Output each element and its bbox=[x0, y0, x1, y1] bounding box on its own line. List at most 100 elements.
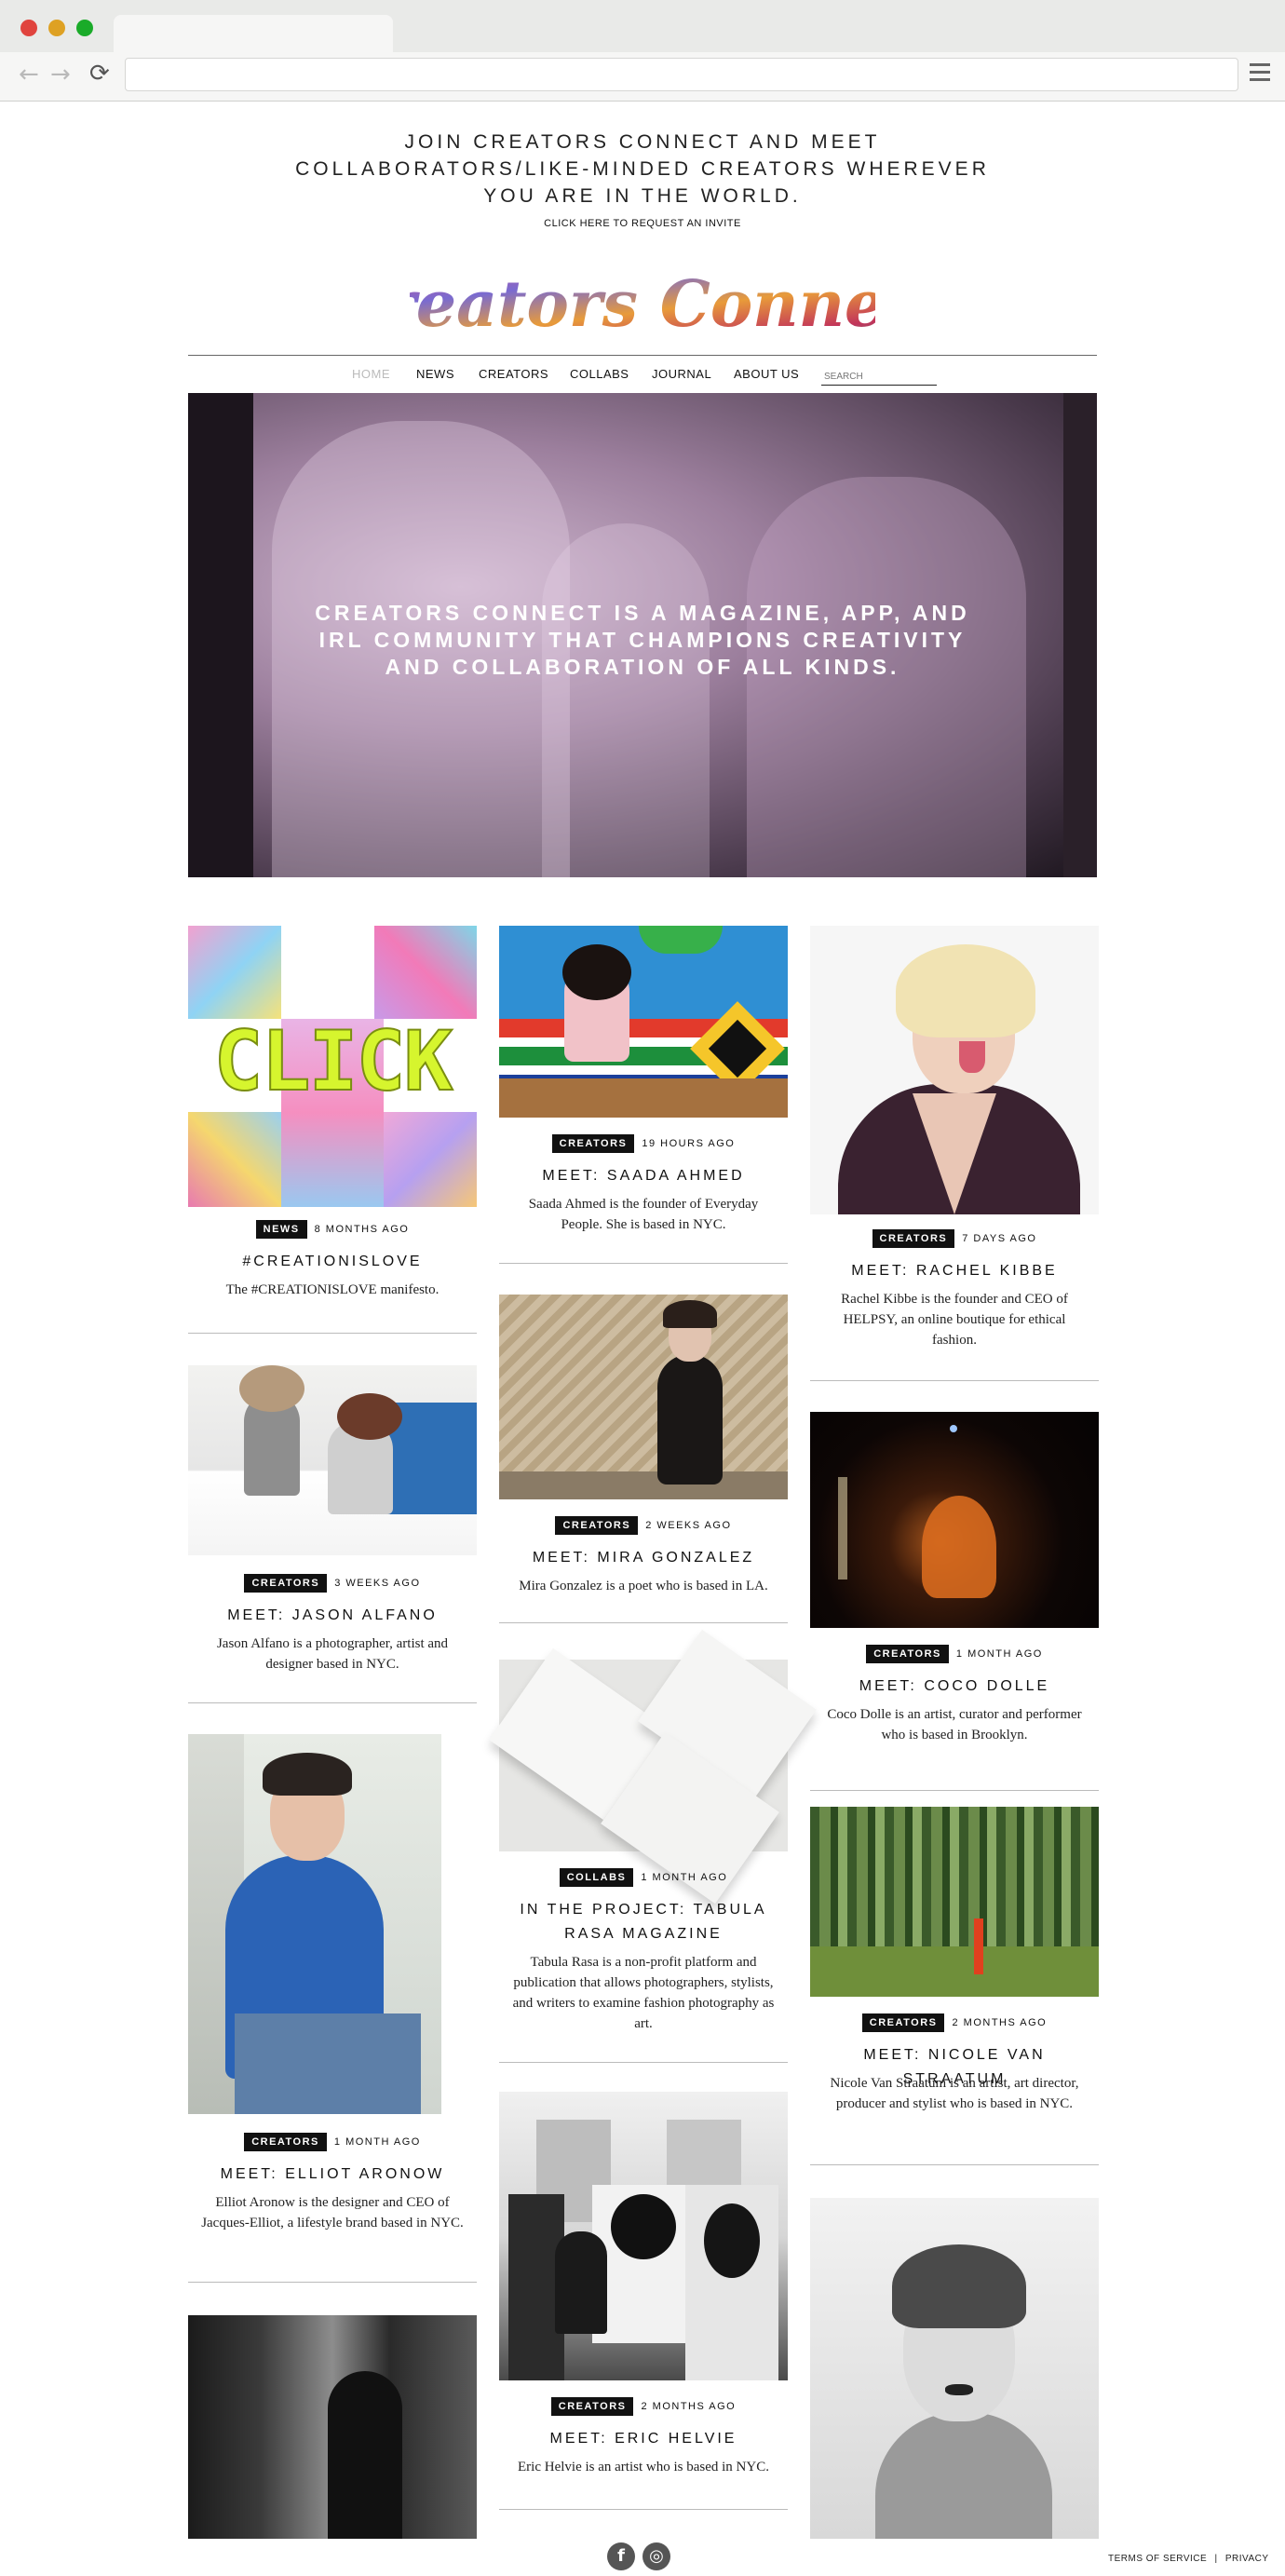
card-divider bbox=[188, 1333, 477, 1334]
card-description: Mira Gonzalez is a poet who is based in … bbox=[519, 1579, 768, 1593]
privacy-link[interactable]: PRIVACY bbox=[1225, 2554, 1269, 2564]
instagram-icon[interactable]: ◎ bbox=[642, 2542, 670, 2570]
card-description: Elliot Aronow is the designer and CEO of… bbox=[201, 2195, 464, 2230]
hero-figure bbox=[542, 523, 710, 877]
browser-menu-icon[interactable] bbox=[1250, 63, 1270, 86]
article-card[interactable] bbox=[188, 2315, 477, 2539]
card-image[interactable] bbox=[810, 2198, 1099, 2539]
creators-connect-logo[interactable]: Creators Connect bbox=[332, 253, 953, 356]
card-description: Eric Helvie is an artist who is based in… bbox=[518, 2460, 769, 2474]
nav-collabs[interactable]: COLLABS bbox=[570, 367, 629, 381]
card-divider bbox=[499, 2509, 788, 2510]
category-badge[interactable]: NEWS bbox=[255, 1220, 307, 1239]
nav-home[interactable]: HOME bbox=[352, 367, 390, 381]
card-divider bbox=[810, 2164, 1099, 2165]
hero-banner[interactable]: CREATORS CONNECT IS A MAGAZINE, APP, AND… bbox=[188, 393, 1097, 877]
card-description: Nicole Van Straatum is an artist, art di… bbox=[830, 2076, 1079, 2111]
card-title[interactable]: #CREATIONISLOVE bbox=[188, 1250, 477, 1274]
nav-news[interactable]: NEWS bbox=[416, 367, 454, 381]
minimize-window-dot[interactable] bbox=[48, 20, 65, 36]
card-divider bbox=[499, 2062, 788, 2063]
timestamp: 1 MONTH AGO bbox=[333, 2136, 421, 2148]
article-card[interactable]: CREATORS 1 MONTH AGO MEET: COCO DOLLE Coc… bbox=[810, 1412, 1099, 1794]
timestamp: 1 MONTH AGO bbox=[641, 1872, 728, 1883]
article-card[interactable]: CREATORS 2 MONTHS AGO MEET: ERIC HELVIE E… bbox=[499, 2092, 788, 2511]
article-card[interactable]: CLICK NEWS 8 MONTHS AGO #CREATIONISLOVE T… bbox=[188, 926, 477, 1335]
address-bar[interactable] bbox=[125, 58, 1238, 91]
card-image[interactable] bbox=[499, 1295, 788, 1499]
card-description: Rachel Kibbe is the founder and CEO of H… bbox=[841, 1292, 1068, 1348]
nav-about-us[interactable]: ABOUT US bbox=[734, 367, 799, 381]
card-image[interactable] bbox=[810, 926, 1099, 1214]
legal-divider: | bbox=[1214, 2554, 1218, 2564]
card-image[interactable] bbox=[810, 1412, 1099, 1628]
terms-of-service-link[interactable]: TERMS OF SERVICE bbox=[1108, 2554, 1207, 2564]
category-badge[interactable]: CREATORS bbox=[861, 2013, 945, 2032]
card-description: Coco Dolle is an artist, curator and per… bbox=[827, 1707, 1082, 1742]
category-badge[interactable]: CREATORS bbox=[244, 1574, 328, 1593]
promo-line-3: YOU ARE IN THE WORLD. bbox=[483, 185, 802, 207]
card-title[interactable]: MEET: COCO DOLLE bbox=[810, 1674, 1099, 1699]
browser-tab[interactable] bbox=[114, 15, 393, 52]
card-image[interactable] bbox=[188, 2315, 477, 2539]
card-title[interactable]: MEET: ERIC HELVIE bbox=[499, 2427, 788, 2451]
request-invite-link[interactable]: CLICK HERE TO REQUEST AN INVITE bbox=[456, 218, 829, 229]
category-badge[interactable]: CREATORS bbox=[244, 2133, 327, 2151]
timestamp: 3 WEEKS AGO bbox=[334, 1578, 421, 1589]
card-meta: CREATORS 7 DAYS AGO bbox=[810, 1229, 1099, 1248]
card-image[interactable] bbox=[188, 1365, 477, 1555]
back-arrow-icon[interactable]: ← bbox=[19, 61, 39, 88]
card-title[interactable]: MEET: JASON ALFANO bbox=[188, 1604, 477, 1628]
category-badge[interactable]: CREATORS bbox=[872, 1229, 955, 1248]
hero-tagline: CREATORS CONNECT IS A MAGAZINE, APP, AND… bbox=[315, 601, 970, 679]
card-title[interactable]: MEET: MIRA GONZALEZ bbox=[499, 1546, 788, 1570]
legal-links: TERMS OF SERVICE | PRIVACY bbox=[1108, 2554, 1269, 2564]
card-description: Tabula Rasa is a non-profit platform and… bbox=[512, 1955, 775, 2031]
card-image[interactable] bbox=[810, 1807, 1099, 1997]
card-meta: CREATORS 19 HOURS AGO bbox=[499, 1134, 788, 1153]
close-window-dot[interactable] bbox=[20, 20, 37, 36]
card-divider bbox=[810, 1380, 1099, 1381]
card-title[interactable]: MEET: RACHEL KIBBE bbox=[810, 1259, 1099, 1283]
card-meta: CREATORS 2 WEEKS AGO bbox=[499, 1516, 788, 1535]
category-badge[interactable]: CREATORS bbox=[551, 1134, 635, 1153]
logo-wordmark: Creators Connect bbox=[410, 267, 875, 342]
category-badge[interactable]: CREATORS bbox=[550, 2397, 634, 2416]
search-input[interactable] bbox=[821, 368, 937, 386]
card-image[interactable] bbox=[499, 2092, 788, 2380]
category-badge[interactable]: CREATORS bbox=[866, 1645, 949, 1663]
nav-journal[interactable]: JOURNAL bbox=[652, 367, 711, 381]
article-card[interactable]: CREATORS 2 WEEKS AGO MEET: MIRA GONZALEZ … bbox=[499, 1295, 788, 1624]
card-description: The #CREATIONISLOVE manifesto. bbox=[225, 1282, 440, 1297]
hero-image-frame bbox=[188, 393, 253, 877]
card-title[interactable]: MEET: ELLIOT ARONOW bbox=[188, 2162, 477, 2187]
card-image[interactable] bbox=[188, 1734, 441, 2114]
card-image[interactable] bbox=[499, 926, 788, 1118]
card-divider bbox=[499, 1263, 788, 1264]
card-title[interactable]: MEET: SAADA AHMED bbox=[499, 1164, 788, 1188]
card-meta: CREATORS 1 MONTH AGO bbox=[188, 2133, 477, 2151]
article-card[interactable]: CREATORS 3 WEEKS AGO MEET: JASON ALFANO J… bbox=[188, 1365, 477, 1704]
card-meta: COLLABS 1 MONTH AGO bbox=[499, 1868, 788, 1887]
header-rule bbox=[188, 355, 1097, 356]
card-image[interactable] bbox=[489, 1629, 817, 1905]
card-divider bbox=[188, 1702, 477, 1703]
timestamp: 19 HOURS AGO bbox=[642, 1138, 736, 1149]
article-card[interactable]: CREATORS 2 MONTHS AGO MEET: NICOLE VAN ST… bbox=[810, 1807, 1099, 2170]
forward-arrow-icon[interactable]: → bbox=[50, 61, 71, 88]
card-meta: CREATORS 3 WEEKS AGO bbox=[188, 1574, 477, 1593]
article-card[interactable]: COLLABS 1 MONTH AGO IN THE PROJECT: TABUL… bbox=[489, 1629, 817, 2063]
card-title[interactable]: IN THE PROJECT: TABULA RASA MAGAZINE bbox=[518, 1898, 769, 1946]
article-card[interactable]: CREATORS 1 MONTH AGO MEET: ELLIOT ARONOW … bbox=[188, 1734, 477, 2285]
category-badge[interactable]: COLLABS bbox=[559, 1868, 634, 1887]
nav-creators[interactable]: CREATORS bbox=[479, 367, 548, 381]
article-card[interactable] bbox=[810, 2198, 1099, 2539]
card-image[interactable]: CLICK bbox=[188, 926, 477, 1207]
maximize-window-dot[interactable] bbox=[76, 20, 93, 36]
reload-icon[interactable]: ⟳ bbox=[89, 60, 110, 88]
article-card[interactable]: CREATORS 7 DAYS AGO MEET: RACHEL KIBBE Ra… bbox=[810, 926, 1099, 1382]
article-card[interactable]: CREATORS 19 HOURS AGO MEET: SAADA AHMED S… bbox=[499, 926, 788, 1265]
timestamp: 7 DAYS AGO bbox=[962, 1233, 1037, 1244]
category-badge[interactable]: CREATORS bbox=[555, 1516, 639, 1535]
facebook-icon[interactable]: f bbox=[607, 2542, 635, 2570]
